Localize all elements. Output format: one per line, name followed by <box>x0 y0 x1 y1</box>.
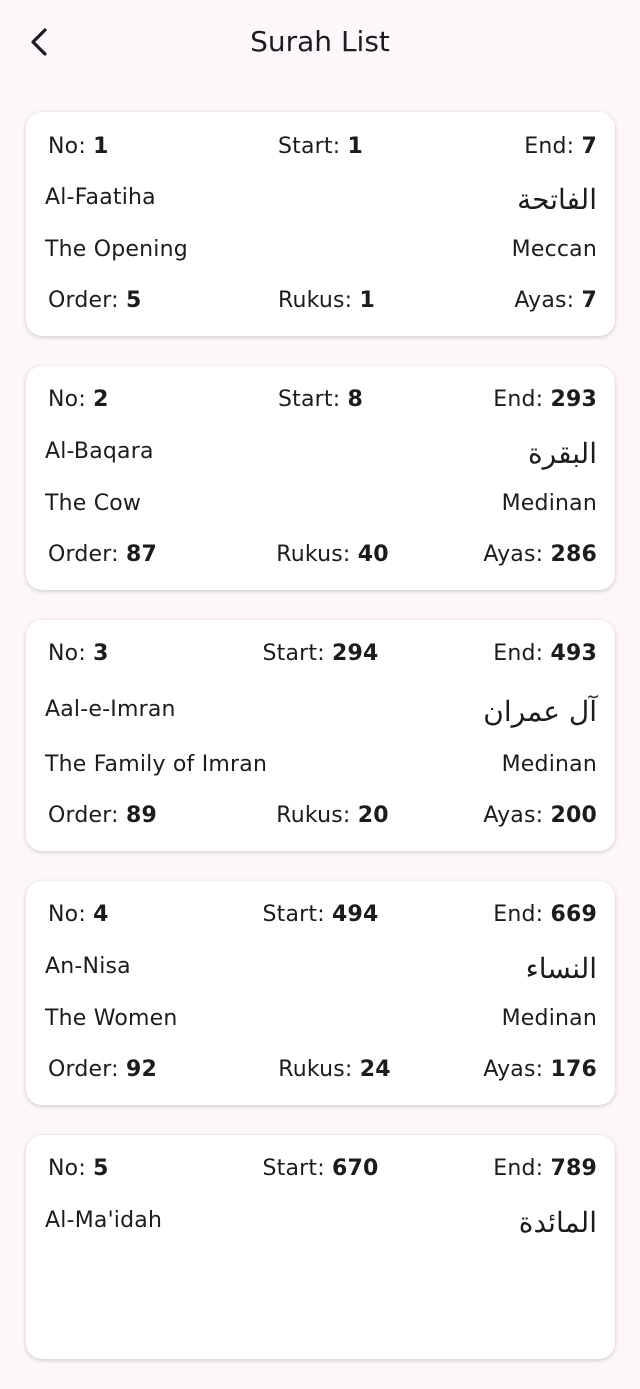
surah-name: An-Nisa <box>45 954 131 979</box>
surah-list: No: 1 Start: 1 End: 7 Al-Faatiha الفاتحة… <box>26 112 615 1389</box>
surah-meta-row: No: 2 Start: 8 End: 293 <box>26 384 615 416</box>
surah-name-row: Al-Faatiha الفاتحة <box>26 182 615 216</box>
surah-translation-row: The Cow Medinan <box>26 488 615 520</box>
surah-english-name: The Women <box>45 1006 178 1031</box>
surah-name-row: Al-Ma'idah المائدة <box>26 1205 615 1239</box>
surah-arabic-name: النساء <box>525 952 597 985</box>
surah-end: End: 293 <box>493 387 597 412</box>
surah-arabic-name: المائدة <box>518 1206 597 1239</box>
surah-ayas: Ayas: 200 <box>483 803 597 828</box>
page-title: Surah List <box>250 25 390 58</box>
surah-ayas: Ayas: 286 <box>483 542 597 567</box>
surah-revelation-type: Medinan <box>501 491 597 516</box>
surah-stats-row: Order: 87 Rukus: 40 Ayas: 286 <box>26 539 615 571</box>
surah-ayas: Ayas: 7 <box>514 288 597 313</box>
surah-name-row: Al-Baqara البقرة <box>26 436 615 470</box>
app-bar: Surah List <box>0 0 640 86</box>
surah-end: End: 669 <box>493 902 597 927</box>
surah-english-name: The Opening <box>45 237 188 262</box>
surah-name: Al-Faatiha <box>45 185 156 210</box>
surah-meta-row: No: 5 Start: 670 End: 789 <box>26 1153 615 1185</box>
surah-revelation-type: Medinan <box>501 752 597 777</box>
surah-translation-row: The Women Medinan <box>26 1003 615 1035</box>
surah-stats-row: Order: 5 Rukus: 1 Ayas: 7 <box>26 285 615 317</box>
surah-card[interactable]: No: 4 Start: 494 End: 669 An-Nisa النساء… <box>26 881 615 1105</box>
surah-arabic-name: البقرة <box>527 437 597 470</box>
surah-english-name: The Family of Imran <box>45 752 268 777</box>
surah-arabic-name: آل عمران <box>483 695 597 728</box>
surah-arabic-name: الفاتحة <box>517 183 597 216</box>
surah-revelation-type: Meccan <box>511 237 597 262</box>
surah-card[interactable]: No: 2 Start: 8 End: 293 Al-Baqara البقرة… <box>26 366 615 590</box>
surah-end: End: 789 <box>493 1156 597 1181</box>
surah-name-row: An-Nisa النساء <box>26 951 615 985</box>
surah-name: Aal-e-Imran <box>45 697 176 722</box>
surah-name: Al-Baqara <box>45 439 154 464</box>
surah-meta-row: No: 1 Start: 1 End: 7 <box>26 131 615 163</box>
surah-meta-row: No: 3 Start: 294 End: 493 <box>26 638 615 670</box>
surah-translation-row: The Opening Meccan <box>26 234 615 266</box>
surah-card[interactable]: No: 1 Start: 1 End: 7 Al-Faatiha الفاتحة… <box>26 112 615 336</box>
surah-meta-row: No: 4 Start: 494 End: 669 <box>26 899 615 931</box>
surah-card[interactable]: No: 5 Start: 670 End: 789 Al-Ma'idah الم… <box>26 1135 615 1359</box>
surah-translation-row: The Family of Imran Medinan <box>26 749 615 781</box>
surah-revelation-type: Medinan <box>501 1006 597 1031</box>
surah-ayas: Ayas: 176 <box>483 1057 597 1082</box>
surah-name: Al-Ma'idah <box>45 1208 163 1233</box>
surah-end: End: 7 <box>524 134 597 159</box>
surah-end: End: 493 <box>493 641 597 666</box>
surah-english-name: The Cow <box>45 491 142 516</box>
surah-name-row: Aal-e-Imran آل عمران <box>26 694 615 728</box>
surah-stats-row: Order: 92 Rukus: 24 Ayas: 176 <box>26 1054 615 1086</box>
surah-card[interactable]: No: 3 Start: 294 End: 493 Aal-e-Imran آل… <box>26 620 615 851</box>
surah-stats-row: Order: 89 Rukus: 20 Ayas: 200 <box>26 800 615 832</box>
